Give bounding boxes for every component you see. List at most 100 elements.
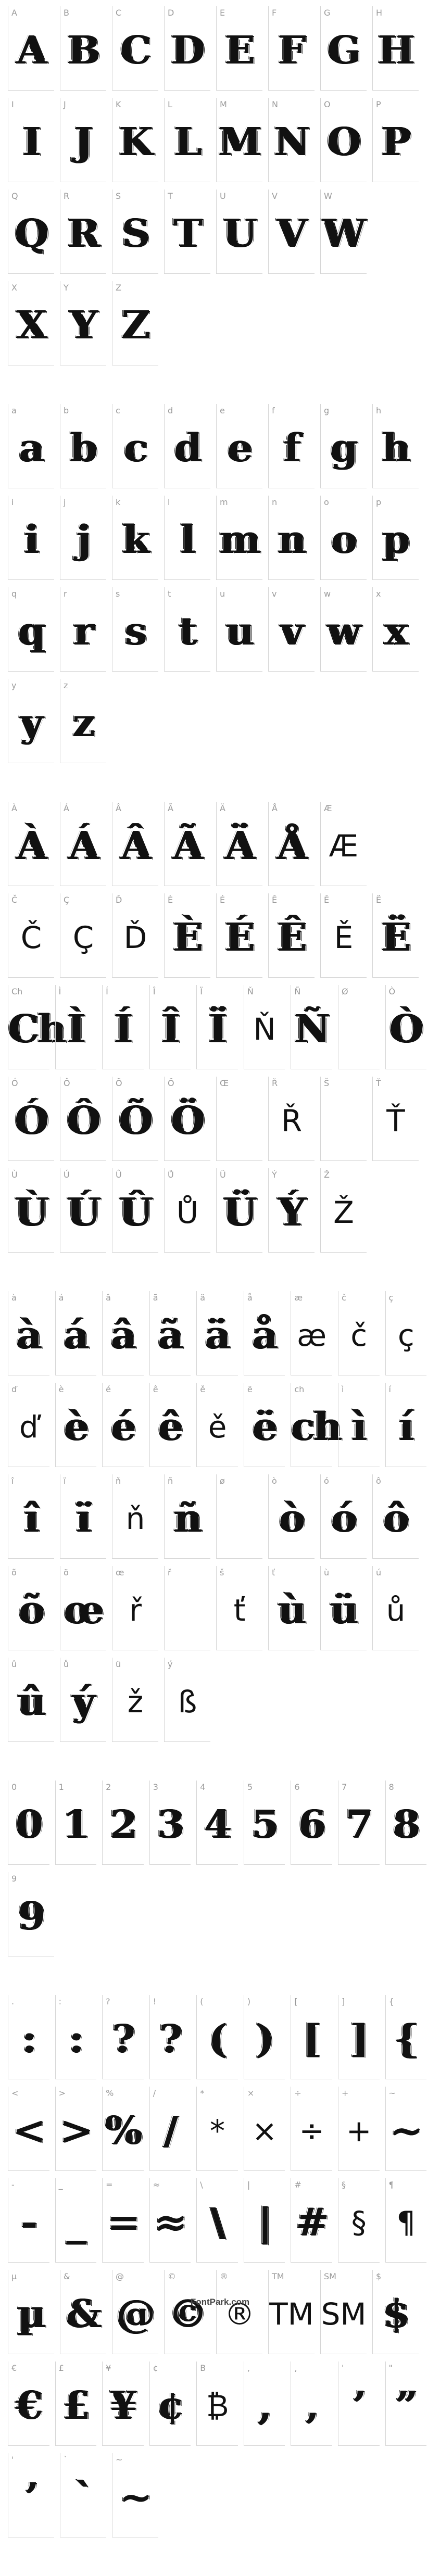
glyph-cell: KK bbox=[112, 98, 158, 182]
glyph-preview: l bbox=[180, 517, 195, 562]
glyph-cell-label: u bbox=[220, 589, 225, 599]
glyph-section: 00112233445566778899 bbox=[8, 1781, 432, 1964]
glyph-cell-label: Ù bbox=[11, 1170, 18, 1180]
glyph-preview: D bbox=[171, 28, 205, 73]
glyph-cell-label: É bbox=[220, 895, 225, 905]
glyph-cell-label: " bbox=[388, 2363, 393, 2373]
glyph-cell: / / bbox=[149, 2087, 191, 2171]
glyph-section: aabbccddeeffgghhiijjkkllmmnnooppqqrrsstt… bbox=[8, 404, 432, 771]
glyph-cell: ÁÁ bbox=[60, 802, 106, 886]
glyph-row: 001122334455667788 bbox=[8, 1781, 432, 1872]
glyph-cell: ss bbox=[112, 587, 158, 672]
glyph-preview: ( bbox=[209, 2017, 227, 2062]
glyph-cell-label: : bbox=[58, 1997, 61, 2006]
glyph-cell: WW bbox=[320, 190, 367, 274]
glyph-cell: | | bbox=[243, 2178, 285, 2263]
glyph-preview: Å bbox=[277, 824, 307, 868]
glyph-cell-label: = bbox=[106, 2180, 113, 2190]
glyph-preview: W bbox=[322, 211, 366, 256]
glyph-cell-label: ¢ bbox=[153, 2363, 158, 2373]
glyph-cell: _ _ bbox=[55, 2178, 97, 2263]
glyph-preview: n bbox=[278, 517, 306, 562]
glyph-preview: Ä bbox=[225, 824, 255, 868]
glyph-cell: tt bbox=[164, 587, 210, 672]
glyph-preview: ä bbox=[205, 1313, 231, 1358]
glyph-cell: ÝÝ bbox=[268, 1168, 315, 1253]
glyph-cell: OO bbox=[320, 98, 367, 182]
glyph-cell: '’ bbox=[8, 2453, 54, 2537]
glyph-preview: 3 bbox=[157, 1802, 184, 1847]
glyph-cell-label: Ì bbox=[58, 987, 61, 996]
glyph-cell-label: Ě bbox=[324, 895, 330, 905]
glyph-preview: ť bbox=[233, 1593, 246, 1628]
glyph-cell-label: 1 bbox=[58, 1782, 64, 1792]
glyph-cell-label: Å bbox=[272, 803, 278, 813]
glyph-cell-label: î bbox=[11, 1476, 14, 1486]
glyph-cell-label: Ň bbox=[247, 987, 254, 996]
glyph-cell: 11 bbox=[55, 1781, 97, 1865]
glyph-cell: ññ bbox=[164, 1474, 210, 1559]
glyph-cell: ää bbox=[196, 1291, 238, 1375]
glyph-cell: dd bbox=[164, 404, 210, 488]
glyph-preview: p bbox=[383, 517, 410, 562]
glyph-preview: 7 bbox=[346, 1802, 372, 1847]
glyph-preview: ” bbox=[395, 2383, 418, 2428]
glyph-cell: ÉÉ bbox=[216, 893, 262, 978]
glyph-preview: × bbox=[252, 2113, 278, 2149]
glyph-cell: ff bbox=[268, 404, 315, 488]
glyph-cell: Ø bbox=[337, 985, 380, 1069]
glyph-cell-label: 3 bbox=[153, 1782, 158, 1792]
glyph-cell: rr bbox=[60, 587, 106, 672]
glyph-cell-label: k bbox=[116, 497, 121, 507]
glyph-preview: J bbox=[74, 120, 93, 165]
glyph-preview: q bbox=[18, 609, 45, 654]
glyph-cell-label: 5 bbox=[247, 1782, 253, 1792]
glyph-cell-label: Á bbox=[64, 803, 69, 813]
glyph-cell: hh bbox=[372, 404, 419, 488]
glyph-preview: Ï bbox=[209, 1007, 227, 1052]
glyph-section: AABBCCDDEEFFGGHHIIJJKKLLMMNNOOPPQQRRSSTT… bbox=[8, 6, 432, 373]
glyph-cell-label: Z bbox=[116, 283, 121, 293]
glyph-cell: åå bbox=[243, 1291, 285, 1375]
glyph-cell-label: ů bbox=[64, 1659, 69, 1669]
glyph-preview: ₿ bbox=[206, 2388, 229, 2423]
glyph-preview: k bbox=[122, 517, 149, 562]
glyph-cell: ii bbox=[8, 496, 54, 580]
glyph-preview: M bbox=[219, 120, 261, 165]
glyph-cell-label: Ú bbox=[64, 1170, 70, 1180]
glyph-cell: ee bbox=[216, 404, 262, 488]
glyph-cell-label: ô bbox=[376, 1476, 381, 1486]
glyph-cell: öœ bbox=[60, 1566, 106, 1650]
glyph-cell: õõ bbox=[8, 1566, 54, 1650]
glyph-cell-label: Š bbox=[324, 1078, 330, 1088]
glyph-preview: , bbox=[258, 2383, 272, 2428]
glyph-preview: Ů bbox=[176, 1195, 199, 1230]
glyph-cell-label: l bbox=[168, 497, 170, 507]
glyph-cell-label: § bbox=[341, 2180, 346, 2190]
glyph-preview: À bbox=[17, 824, 46, 868]
glyph-preview: O bbox=[327, 120, 361, 165]
glyph-cell: ŤŤ bbox=[372, 1077, 419, 1161]
glyph-preview: Ñ bbox=[294, 1007, 330, 1052]
glyph-cell: § § bbox=[337, 2178, 380, 2263]
glyph-cell: ř bbox=[164, 1566, 210, 1650]
glyph-preview: æ bbox=[297, 1318, 327, 1353]
glyph-cell: òò bbox=[268, 1474, 315, 1559]
glyph-cell: vv bbox=[268, 587, 315, 672]
glyph-preview: C bbox=[120, 28, 152, 73]
glyph-cell: èè bbox=[55, 1383, 97, 1467]
glyph-cell: %% bbox=[102, 2087, 144, 2171]
glyph-cell: ÂÂ bbox=[112, 802, 158, 886]
glyph-cell-label: ý bbox=[168, 1659, 173, 1669]
glyph-preview: § bbox=[351, 2205, 367, 2240]
glyph-preview: I bbox=[22, 120, 41, 165]
glyph-cell: '’ bbox=[337, 2362, 380, 2446]
glyph-cell: )) bbox=[243, 1995, 285, 2079]
glyph-cell: îî bbox=[8, 1474, 54, 1559]
glyph-preview: u bbox=[226, 609, 254, 654]
glyph-preview: Â bbox=[121, 824, 150, 868]
glyph-cell: XX bbox=[8, 281, 54, 365]
glyph-cell-label: € bbox=[11, 2363, 17, 2373]
glyph-cell-label: h bbox=[376, 406, 382, 415]
